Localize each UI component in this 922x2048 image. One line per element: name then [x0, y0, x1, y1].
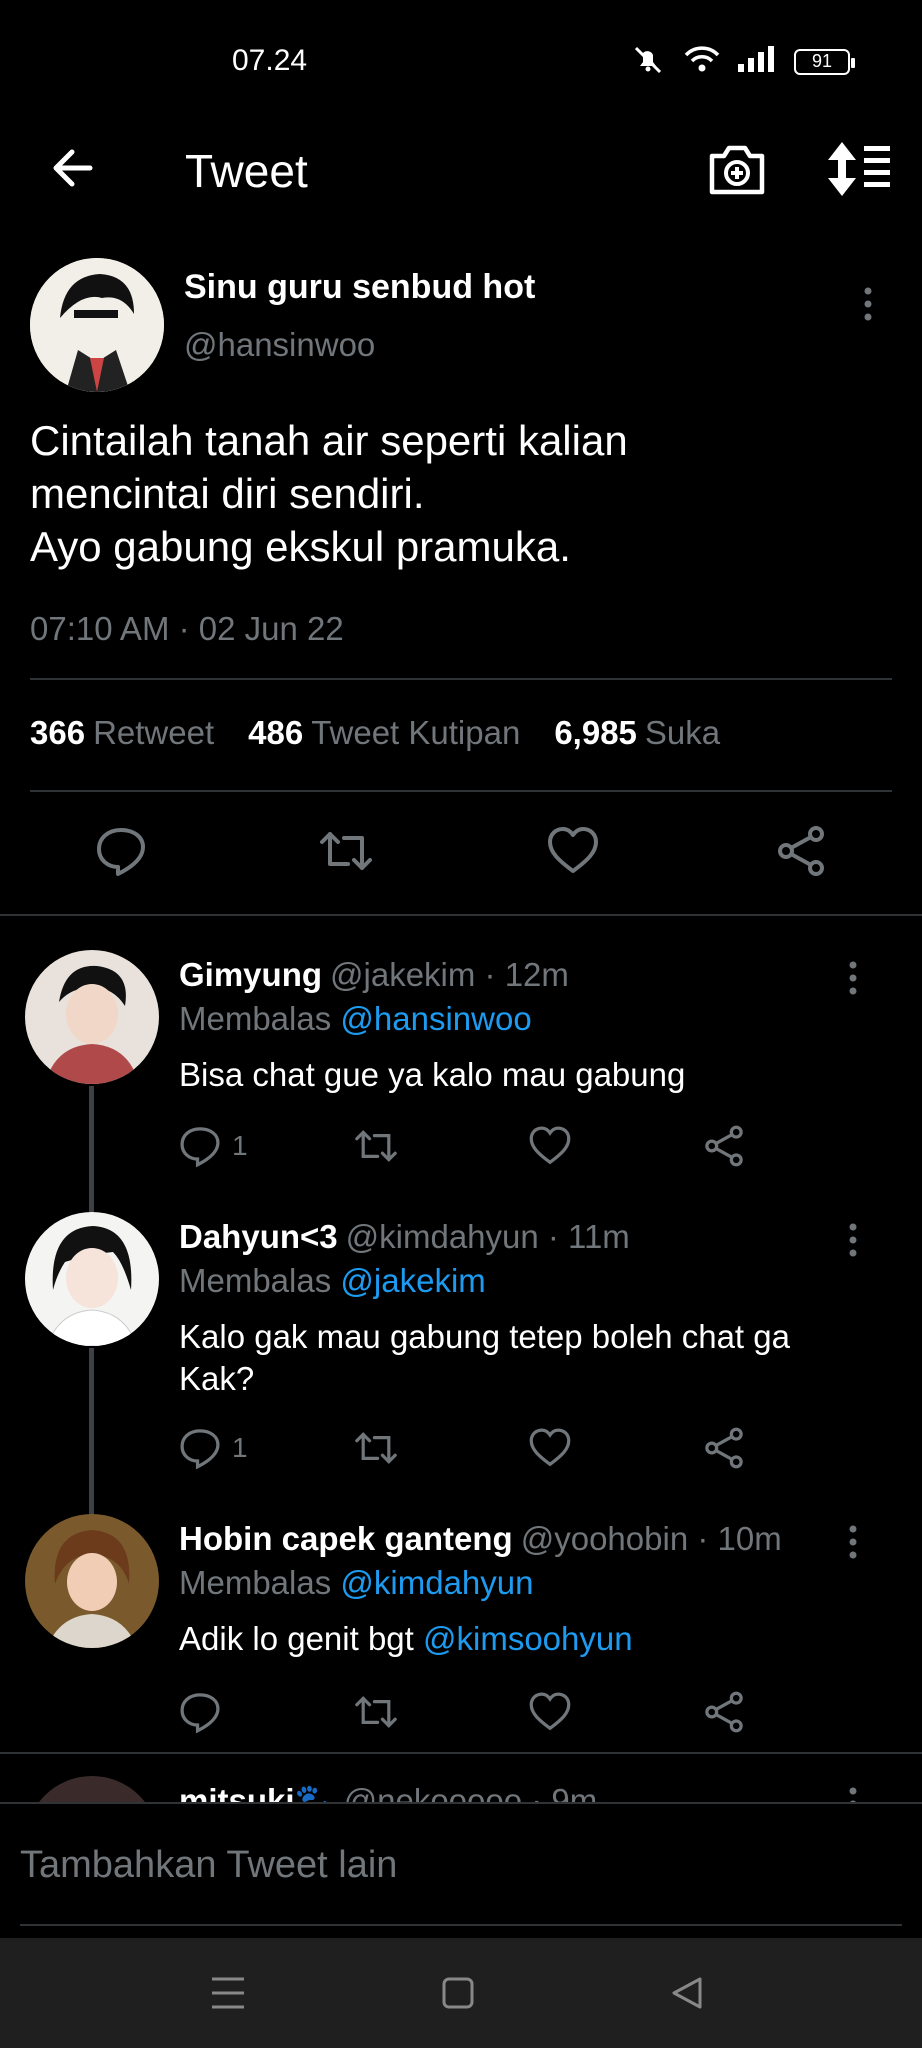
author-avatar[interactable] [30, 258, 164, 392]
signal-icon [736, 44, 780, 79]
divider [0, 914, 922, 916]
wifi-icon [682, 44, 722, 79]
home-icon[interactable] [442, 1976, 474, 2015]
reply-actions: 1 [0, 1426, 922, 1476]
reply-text: Kalo gak mau gabung tetep boleh chat ga … [179, 1318, 790, 1397]
tweet-timestamp: 07:10 AM · 02 Jun 22 [30, 610, 344, 647]
camera-icon[interactable] [706, 138, 768, 205]
reply-composer[interactable]: Tambahkan Tweet lain [0, 1802, 922, 1938]
reply-header: Hobin capek ganteng @yoohobin · 10m [179, 1520, 782, 1557]
reply-avatar[interactable] [25, 1212, 159, 1346]
replying-to: Membalas @jakekim [179, 1262, 486, 1299]
like-icon[interactable] [528, 1124, 572, 1168]
reply-header: Dahyun<3 @kimdahyun · 11m [179, 1218, 630, 1255]
like-icon[interactable] [546, 824, 600, 883]
tweet-stats: 366 Retweet 486 Tweet Kutipan 6,985 Suka [30, 714, 720, 752]
status-time: 07.24 [232, 44, 308, 77]
mention-link[interactable]: @kimsoohyun [423, 1620, 633, 1657]
retweet-icon[interactable] [352, 1124, 400, 1168]
back-arrow-icon[interactable] [46, 142, 98, 199]
share-icon[interactable] [774, 824, 828, 883]
composer-underline [20, 1924, 902, 1926]
share-icon[interactable] [702, 1426, 746, 1470]
reply-text: Bisa chat gue ya kalo mau gabung [179, 1056, 686, 1093]
like-icon[interactable] [528, 1426, 572, 1470]
reply-header: Gimyung @jakekim · 12m [179, 956, 569, 993]
retweet-icon[interactable] [352, 1426, 400, 1470]
retweet-icon[interactable] [352, 1690, 400, 1734]
share-icon[interactable] [702, 1690, 746, 1734]
system-nav-bar [0, 1938, 922, 2048]
share-icon[interactable] [702, 1124, 746, 1168]
retweet-icon[interactable] [316, 824, 376, 883]
reply-text: Adik lo genit bgt @kimsoohyun [179, 1620, 633, 1657]
back-icon[interactable] [670, 1976, 704, 2015]
replying-to: Membalas @kimdahyun [179, 1564, 534, 1601]
status-icons: 91 [628, 44, 855, 79]
page-title: Tweet [185, 145, 308, 197]
divider [0, 1752, 922, 1754]
reply-avatar[interactable] [25, 1514, 159, 1648]
like-stat[interactable]: 6,985 Suka [554, 714, 720, 752]
battery-icon: 91 [794, 48, 855, 75]
more-options-icon[interactable] [845, 1524, 861, 1565]
reply-input[interactable]: Tambahkan Tweet lain [20, 1844, 397, 1887]
sort-icon[interactable] [826, 138, 892, 205]
quote-tweet-stat[interactable]: 486 Tweet Kutipan [248, 714, 520, 752]
tweet-actions [0, 824, 922, 884]
more-options-icon[interactable] [845, 960, 861, 1001]
more-options-icon[interactable] [845, 1222, 861, 1263]
mute-icon [628, 44, 668, 79]
replying-to: Membalas @hansinwoo [179, 1000, 532, 1037]
like-icon[interactable] [528, 1690, 572, 1734]
status-bar: 07.24 91 [0, 0, 922, 120]
reply-icon[interactable]: 1 [178, 1124, 248, 1168]
reply-actions: 1 [0, 1124, 922, 1174]
reply-icon[interactable]: 1 [178, 1426, 248, 1470]
divider [30, 790, 892, 792]
tweet-text: Cintailah tanah air seperti kalian menci… [30, 417, 628, 570]
mention-link[interactable]: @jakekim [340, 1262, 485, 1299]
mention-link[interactable]: @hansinwoo [340, 1000, 531, 1037]
divider [30, 678, 892, 680]
reply-icon[interactable] [178, 1690, 222, 1734]
top-bar: Tweet [0, 120, 922, 220]
retweet-stat[interactable]: 366 Retweet [30, 714, 214, 752]
author-name[interactable]: Sinu guru senbud hot [184, 268, 535, 307]
mention-link[interactable]: @kimdahyun [340, 1564, 533, 1601]
reply-actions [0, 1690, 922, 1740]
author-handle[interactable]: @hansinwoo [184, 326, 375, 364]
reply-avatar[interactable] [25, 950, 159, 1084]
reply-icon[interactable] [94, 824, 148, 883]
menu-icon[interactable] [210, 1976, 246, 2015]
more-options-icon[interactable] [860, 286, 876, 327]
